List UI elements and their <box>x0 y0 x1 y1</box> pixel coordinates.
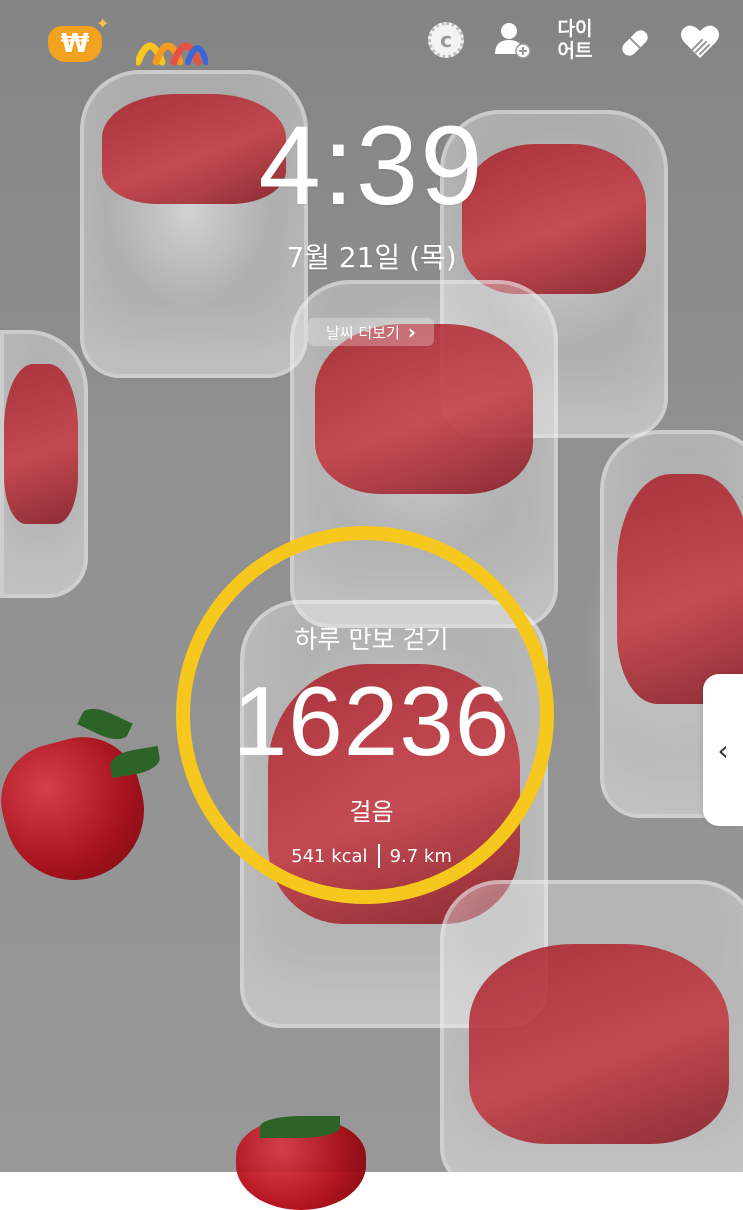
sparkle-icon: ✦ <box>96 14 110 33</box>
stats-divider <box>377 844 380 868</box>
won-symbol: ₩ <box>60 29 90 59</box>
diet-shortcut[interactable]: 다이 어트 <box>552 14 598 66</box>
pill-icon[interactable] <box>616 24 654 62</box>
step-unit: 걸음 <box>349 798 394 826</box>
coin-letter: c <box>440 28 452 52</box>
weather-more-button[interactable]: 날씨 더보기 › <box>308 318 434 346</box>
lockscreen-top-bar: ₩ ✦ c 다이 어트 <box>0 14 743 70</box>
diet-label-line1: 다이 <box>557 18 593 40</box>
calories-value: 541 kcal <box>291 845 368 867</box>
add-user-icon[interactable] <box>492 20 532 60</box>
weather-more-label: 날씨 더보기 <box>325 323 400 342</box>
won-sparkle-icon[interactable]: ₩ <box>48 26 102 62</box>
lockscreen-date: 7월 21일 (목) <box>286 241 457 274</box>
edge-panel-handle[interactable]: ‹ <box>703 674 743 826</box>
chevron-right-icon: › <box>407 320 417 344</box>
heart-hand-icon[interactable] <box>678 20 722 62</box>
lockscreen-clock: 4:39 <box>258 103 485 228</box>
distance-value: 9.7 km <box>389 845 452 867</box>
coin-icon[interactable]: c <box>428 22 464 58</box>
diet-label-line2: 어트 <box>557 40 593 62</box>
step-count: 16236 <box>232 666 511 776</box>
pedometer-title: 하루 만보 걷기 <box>294 625 449 654</box>
pedometer-stats: 541 kcal 9.7 km <box>0 844 743 868</box>
chevron-left-icon: ‹ <box>717 733 729 767</box>
arc-logo-icon[interactable] <box>136 24 208 66</box>
